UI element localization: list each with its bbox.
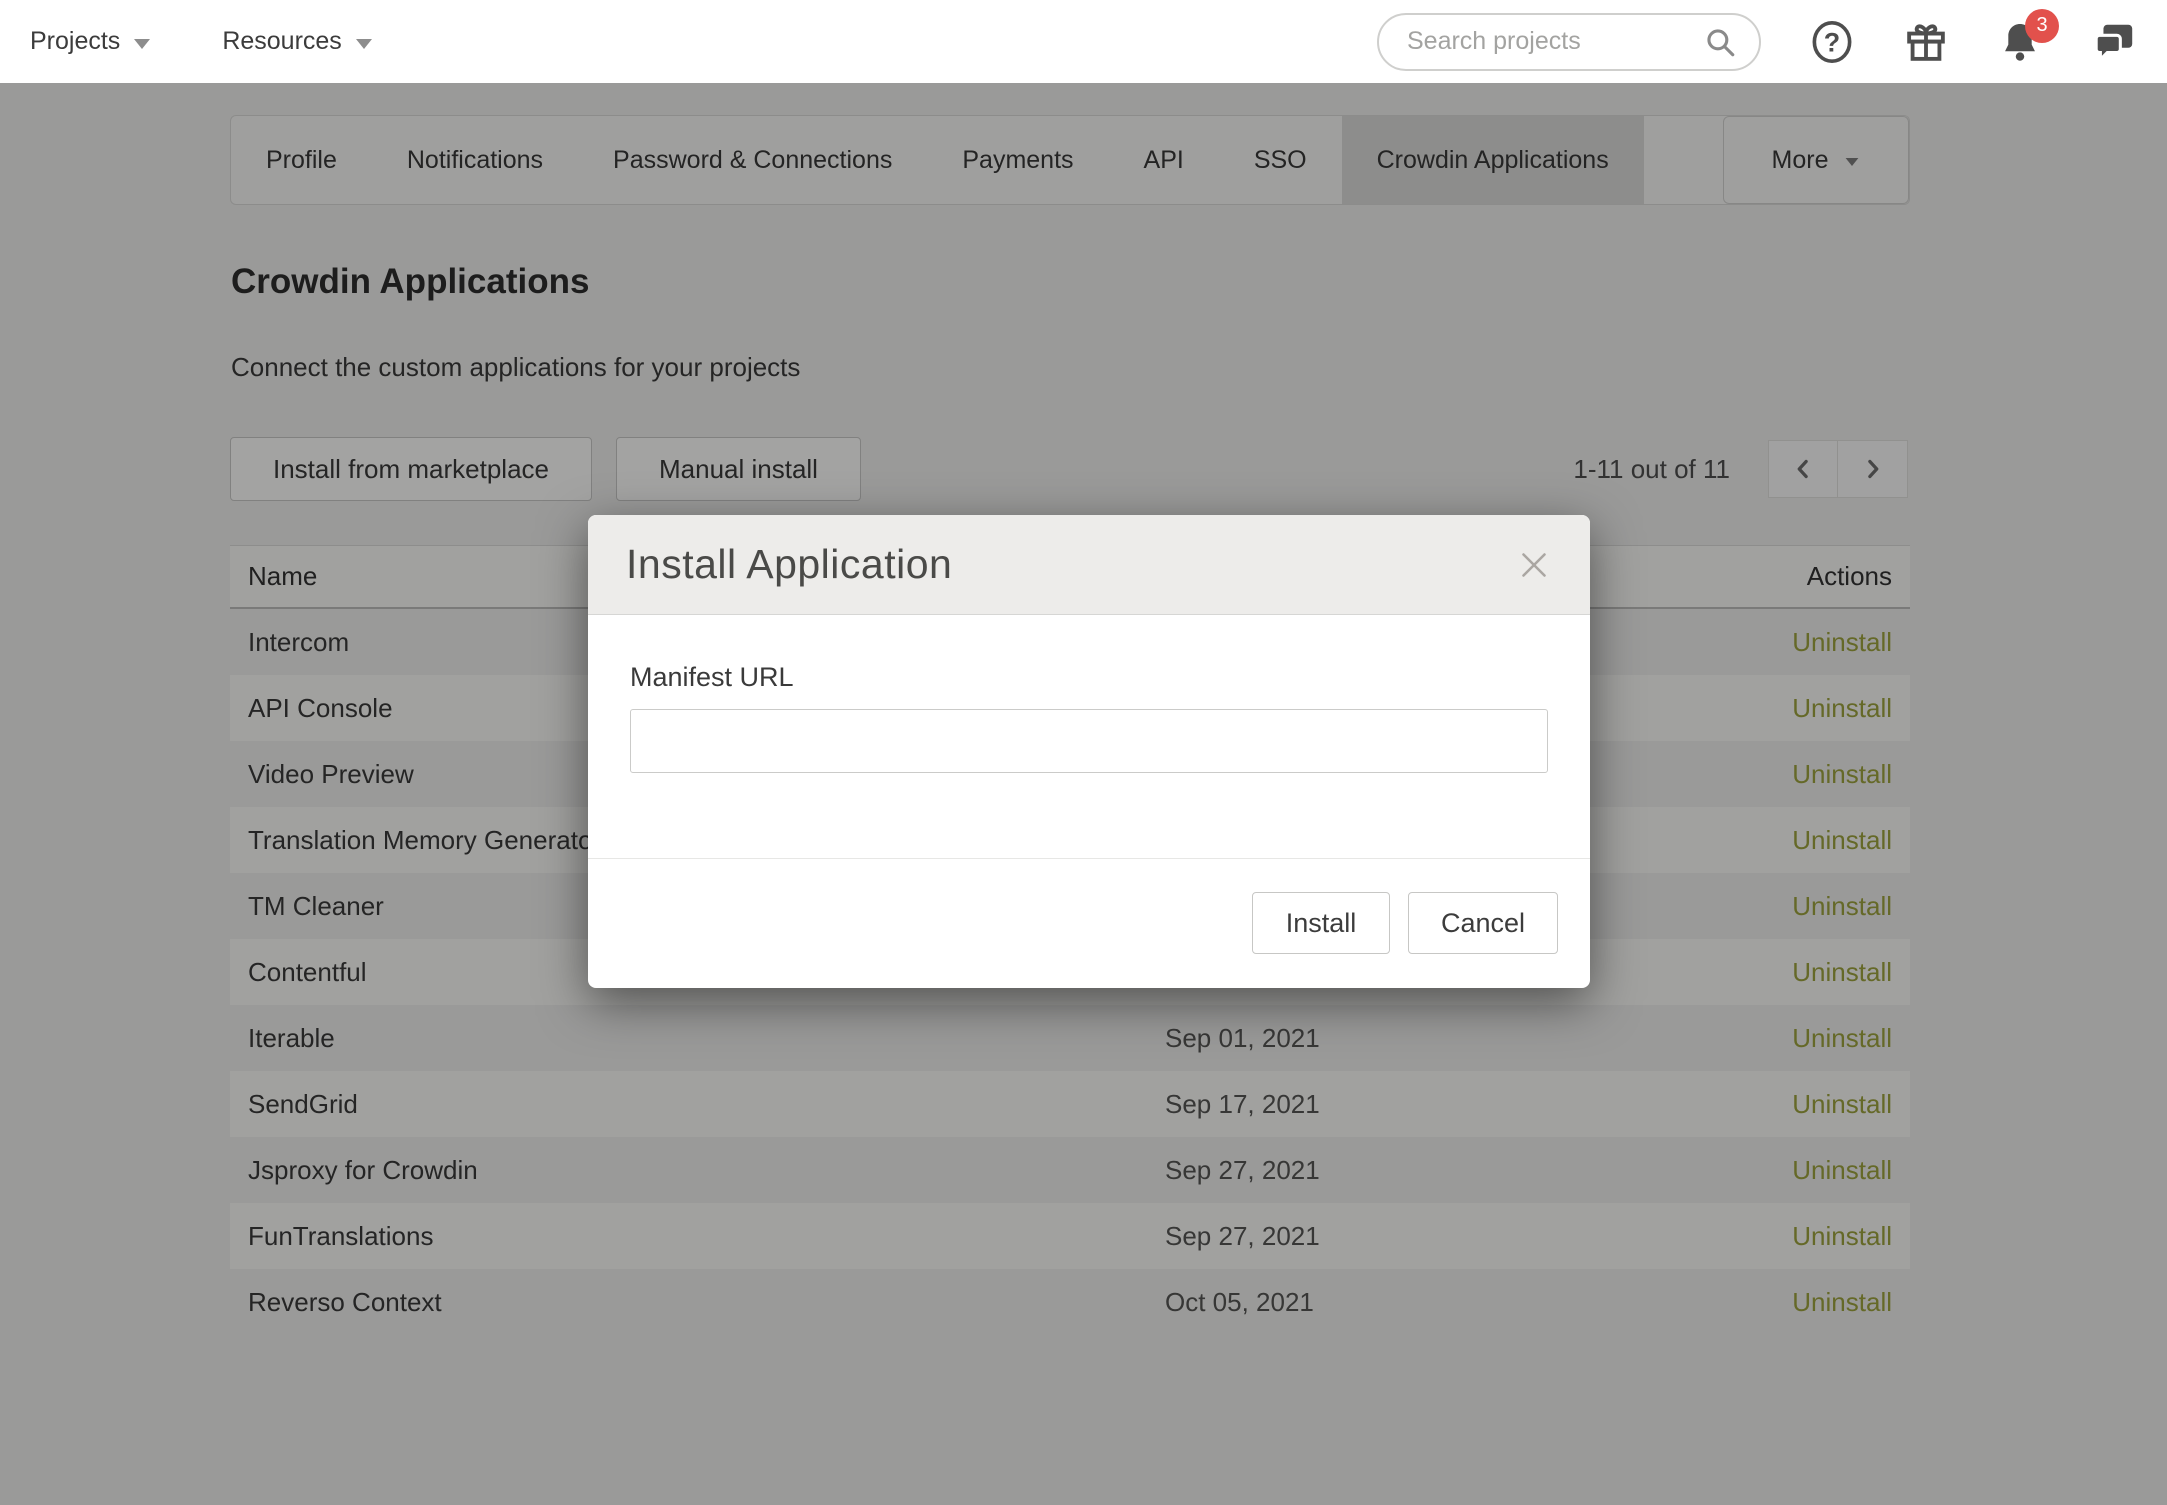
cancel-button[interactable]: Cancel xyxy=(1408,892,1558,954)
manifest-url-label: Manifest URL xyxy=(630,662,794,693)
modal-header: Install Application xyxy=(588,515,1590,615)
projects-menu-label: Projects xyxy=(30,27,120,56)
navbar-right: ? 3 xyxy=(1377,13,2137,71)
resources-menu[interactable]: Resources xyxy=(222,27,372,56)
search-box xyxy=(1377,13,1761,71)
chat-icon[interactable] xyxy=(2091,19,2137,65)
modal-footer-divider xyxy=(588,858,1590,859)
resources-menu-label: Resources xyxy=(222,27,342,56)
notification-badge: 3 xyxy=(2025,9,2059,43)
manifest-url-input[interactable] xyxy=(630,709,1548,773)
chevron-down-icon xyxy=(134,39,150,49)
projects-menu[interactable]: Projects xyxy=(30,27,150,56)
search-input[interactable] xyxy=(1407,27,1703,56)
gift-icon[interactable] xyxy=(1903,19,1949,65)
install-application-modal: Install Application Manifest URL Install… xyxy=(588,515,1590,988)
top-navbar: Projects Resources ? xyxy=(0,0,2167,83)
close-icon[interactable] xyxy=(1516,547,1552,583)
chevron-down-icon xyxy=(356,39,372,49)
bell-icon[interactable]: 3 xyxy=(1997,19,2043,65)
install-button[interactable]: Install xyxy=(1252,892,1390,954)
modal-title: Install Application xyxy=(626,541,952,588)
help-icon[interactable]: ? xyxy=(1809,19,1855,65)
search-icon[interactable] xyxy=(1703,25,1737,59)
svg-text:?: ? xyxy=(1824,27,1840,57)
